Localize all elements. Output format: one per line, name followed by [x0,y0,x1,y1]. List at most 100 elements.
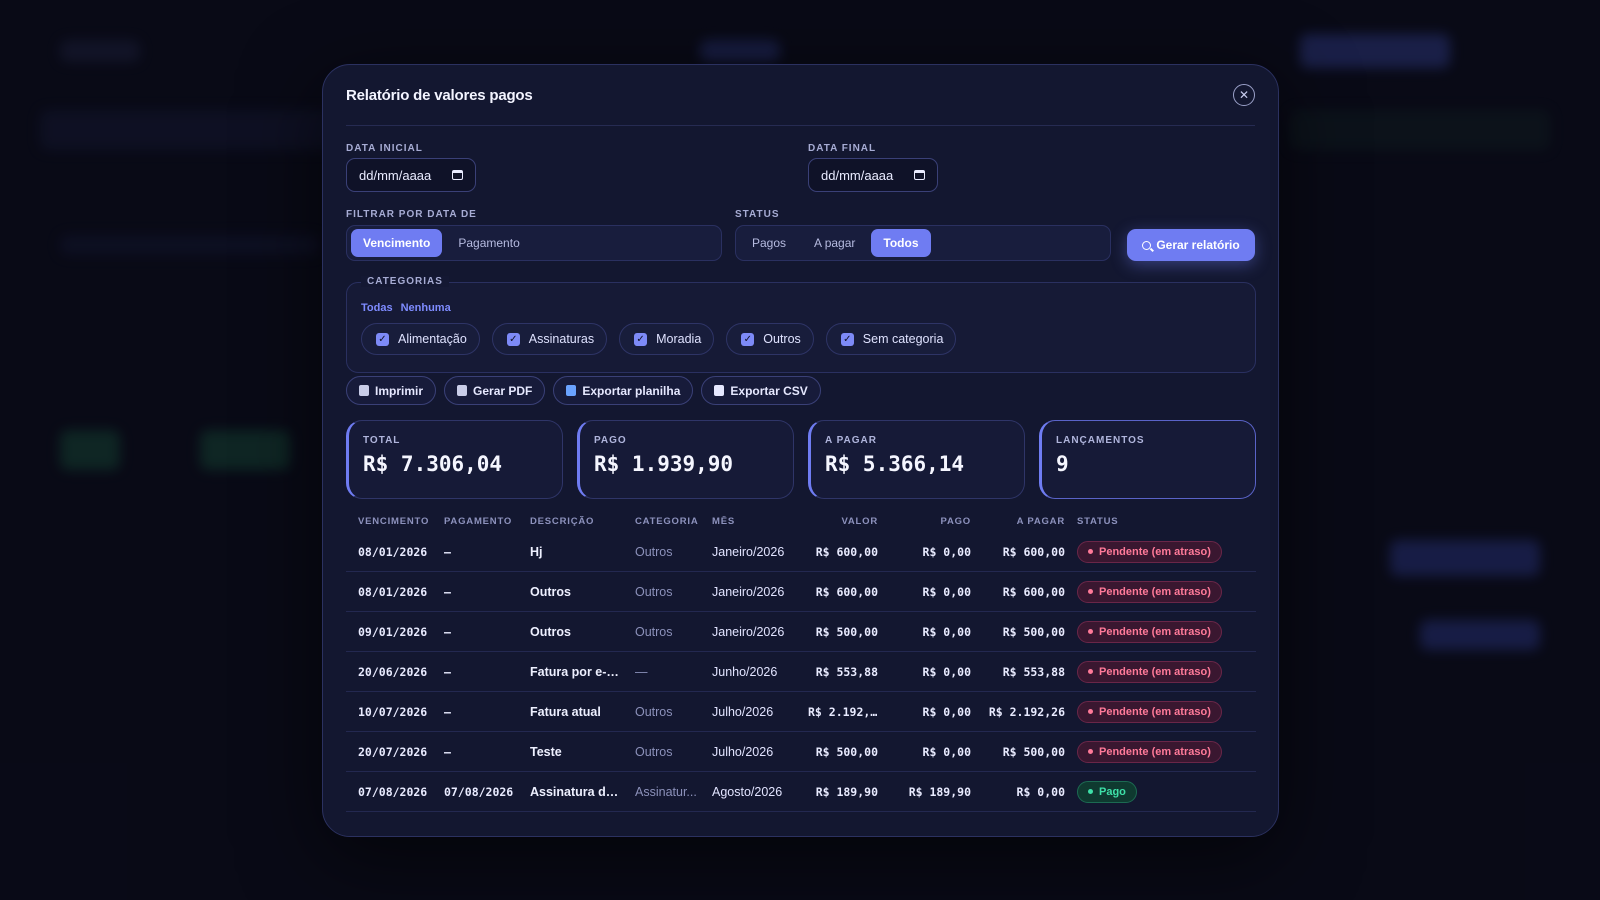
status-option-a-pagar[interactable]: A pagar [802,229,867,257]
table-cell: Pago [1065,780,1225,803]
status-option-todos[interactable]: Todos [871,229,931,257]
table-cell: R$ 0,00 [922,544,971,559]
column-header[interactable]: DESCRIÇÃO [518,516,623,527]
categoria-chip-label: Assinaturas [528,332,595,346]
data-final-input[interactable]: dd/mm/aaaa [808,158,938,192]
table-cell: — [444,544,451,559]
categorias-legend: CATEGORIAS [361,276,449,287]
table-row[interactable]: 08/01/2026 — Hj Outros Janeiro/2026 R$ 600,00… [346,532,1256,572]
calendar-icon[interactable] [452,170,463,180]
gerar-pdf-button[interactable]: Gerar PDF [444,376,546,405]
column-header[interactable]: VALOR [796,516,878,527]
table-cell: R$ 0,00 [922,744,971,759]
table-row[interactable]: 20/07/2026 — Teste Outros Julho/2026 R$ 500,0… [346,732,1256,772]
checkbox-checked-icon[interactable]: ✓ [376,332,389,346]
table-row[interactable]: 07/08/2026 07/08/2026 Assinatura de t... As… [346,772,1256,812]
table-cell: 20/06/2026 [358,664,428,679]
kpi-value: R$ 1.939,90 [594,452,734,476]
data-inicial-input[interactable]: dd/mm/aaaa [346,158,476,192]
column-header[interactable]: PAGAMENTO [432,516,518,527]
column-header[interactable]: VENCIMENTO [346,516,432,527]
table-cell: R$ 500,00 [815,744,878,759]
select-none-link[interactable]: Nenhuma [401,302,451,314]
data-final-label: DATA FINAL [808,143,877,154]
table-cell: Outros [530,624,571,639]
table-cell: Pendente (em atraso) [1065,540,1225,563]
categoria-chip-alimentacao[interactable]: ✓ Alimentação [361,323,480,355]
categoria-chip-sem-categoria[interactable]: ✓ Sem categoria [825,323,957,355]
column-header[interactable]: PAGO [878,516,971,527]
table-cell: Outros [635,584,673,599]
table-cell: Assinatura de t... [530,784,623,799]
table-cell: Teste [530,744,562,759]
table-cell: 08/01/2026 [358,584,428,599]
categoria-chip-outros[interactable]: ✓ Outros [726,323,814,355]
status-badge-label: Pendente (em atraso) [1099,745,1211,758]
kpi-pago: PAGO R$ 1.939,90 [577,420,794,499]
filtrar-option-pagamento[interactable]: Pagamento [446,229,531,257]
categoria-chip-label: Alimentação [398,332,467,346]
table-cell: Pendente (em atraso) [1065,580,1225,603]
table-row[interactable]: 09/01/2026 — Outros Outros Janeiro/2026 R$ 50… [346,612,1256,652]
table-cell: Janeiro/2026 [712,544,785,559]
status-badge-label: Pendente (em atraso) [1099,625,1211,638]
imprimir-button[interactable]: Imprimir [346,376,437,405]
calendar-icon[interactable] [914,170,925,180]
exportar-planilha-button[interactable]: Exportar planilha [553,376,694,405]
table-cell: R$ 500,00 [1002,744,1065,759]
table-cell: 09/01/2026 [358,624,428,639]
table-row[interactable]: 20/06/2026 — Fatura por e-m... — Junho/2026 R… [346,652,1256,692]
checkbox-checked-icon[interactable]: ✓ [741,332,755,346]
table-cell: R$ 0,00 [922,624,971,639]
checkbox-checked-icon[interactable]: ✓ [506,332,520,346]
status-dot-icon [1088,749,1093,754]
data-inicial-placeholder: dd/mm/aaaa [359,167,432,183]
table-cell: R$ 600,00 [815,584,878,599]
table-cell: — [444,704,451,719]
table-cell: — [444,624,451,639]
kpi-lancamentos: LANÇAMENTOS 9 [1039,420,1256,499]
checkbox-checked-icon[interactable]: ✓ [634,332,648,346]
categoria-chip-assinaturas[interactable]: ✓ Assinaturas [491,323,608,355]
table-cell: Outros [635,544,673,559]
exportar-planilha-label: Exportar planilha [582,383,681,398]
kpi-label: TOTAL [363,435,401,446]
gerar-relatorio-button[interactable]: Gerar relatório [1127,229,1255,261]
kpi-value: R$ 7.306,04 [363,452,503,476]
table-cell: R$ 0,00 [922,704,971,719]
kpi-label: LANÇAMENTOS [1056,435,1145,446]
column-header[interactable]: CATEGORIA [623,516,700,527]
table-cell: Janeiro/2026 [712,584,785,599]
exportar-csv-label: Exportar CSV [730,383,808,398]
table-row[interactable]: 10/07/2026 — Fatura atual Outros Julho/2026 R… [346,692,1256,732]
column-header[interactable]: MÊS [700,516,796,527]
table-cell: R$ 600,00 [1002,584,1065,599]
table-cell: R$ 553,88 [815,664,878,679]
csv-file-icon [714,385,725,396]
table-cell: — [635,664,648,679]
close-icon[interactable]: ✕ [1233,84,1255,106]
table-cell: — [444,584,451,599]
categoria-chip-label: Outros [763,332,801,346]
table-cell: Julho/2026 [712,704,774,719]
table-cell: 07/08/2026 [444,784,514,799]
status-dot-icon [1088,789,1093,794]
status-badge: Pendente (em atraso) [1077,660,1222,683]
column-header[interactable]: STATUS [1065,516,1225,527]
status-option-pagos[interactable]: Pagos [740,229,798,257]
filtrar-option-vencimento[interactable]: Vencimento [351,229,443,257]
checkbox-checked-icon[interactable]: ✓ [840,332,854,346]
table-header: VENCIMENTO PAGAMENTO DESCRIÇÃO CATEGORIA… [346,510,1256,532]
exportar-csv-button[interactable]: Exportar CSV [701,376,821,405]
table-cell: R$ 600,00 [1002,544,1065,559]
table-cell: Assinatur... [635,784,697,799]
filtrar-label: FILTRAR POR DATA DE [346,209,477,220]
table-cell: 08/01/2026 [358,544,428,559]
kpi-total: TOTAL R$ 7.306,04 [346,420,563,499]
column-header[interactable]: A PAGAR [971,516,1065,527]
table-row[interactable]: 08/01/2026 — Outros Outros Janeiro/2026 R$ 60… [346,572,1256,612]
table-cell: Outros [635,624,673,639]
categoria-chip-moradia[interactable]: ✓ Moradia [619,323,715,355]
select-all-link[interactable]: Todas [361,302,393,314]
table-cell: Pendente (em atraso) [1065,620,1225,643]
